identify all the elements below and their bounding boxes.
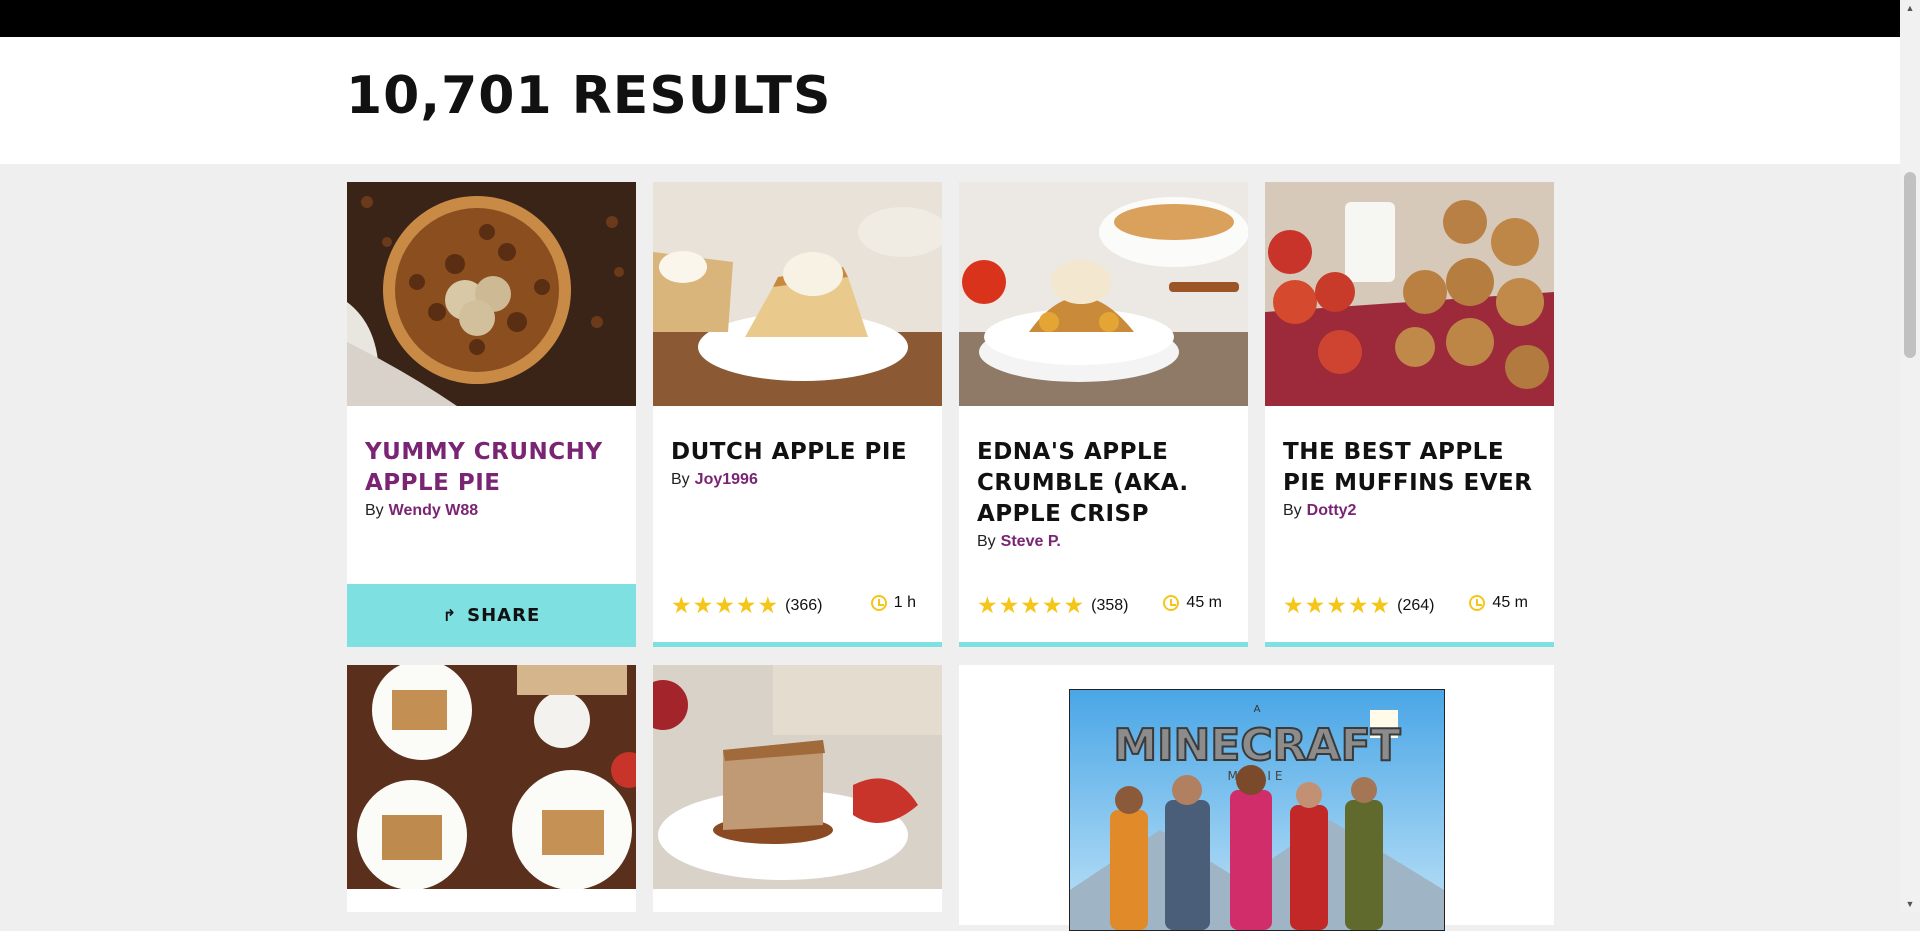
- card-accent-bar: [653, 642, 942, 647]
- recipe-byline: By Joy1996: [671, 471, 758, 489]
- ad-prefix: A: [1254, 704, 1261, 715]
- recipe-byline: By Wendy W88: [365, 502, 478, 520]
- author-link[interactable]: Dotty2: [1307, 502, 1357, 519]
- scroll-up-arrow-icon[interactable]: ▲: [1900, 0, 1920, 16]
- author-link[interactable]: Joy1996: [695, 471, 758, 488]
- minecraft-movie-ad[interactable]: A MINECRAFT MOVIE: [1069, 689, 1445, 931]
- rating-count: (358): [1091, 596, 1129, 614]
- cook-time: 45 m: [1469, 594, 1528, 612]
- clock-icon: [870, 595, 887, 611]
- star-icon: ★: [757, 592, 779, 618]
- scroll-down-arrow-icon[interactable]: ▼: [1900, 896, 1920, 912]
- results-header: [0, 37, 1900, 164]
- ad-title: MINECRAFT: [1113, 720, 1400, 771]
- scrollbar-thumb[interactable]: [1904, 172, 1916, 358]
- recipe-image-pecan-pie[interactable]: [347, 182, 636, 406]
- star-icon: ★: [735, 592, 757, 618]
- recipe-card-best-apple-pie-muffins[interactable]: THE BEST APPLE PIE MUFFINS EVER By Dotty2…: [1265, 182, 1554, 647]
- cook-time-value: 1 h: [893, 594, 916, 611]
- cook-time-value: 45 m: [1492, 594, 1528, 611]
- star-icon: ★: [1283, 592, 1304, 618]
- by-label: By: [977, 533, 996, 550]
- share-button[interactable]: ↱ SHARE: [347, 584, 636, 647]
- star-icon: ★: [671, 592, 692, 618]
- recipe-byline: By Steve P.: [977, 533, 1061, 551]
- star-icon: ★: [1063, 592, 1085, 618]
- cook-time: 45 m: [1163, 594, 1222, 612]
- star-icon: ★: [977, 592, 998, 618]
- recipe-card-row2-2[interactable]: [653, 665, 942, 912]
- star-icon: ★: [692, 592, 714, 618]
- rating-count: (264): [1397, 596, 1435, 614]
- star-icon: ★: [1326, 592, 1347, 618]
- by-label: By: [1283, 502, 1302, 519]
- results-count-title: 10,701 RESULTS: [346, 66, 832, 126]
- clock-icon: [1163, 595, 1180, 611]
- recipe-card-dutch-apple-pie[interactable]: DUTCH APPLE PIE By Joy1996 ★ ★ ★ ★ ★ (366) 1 …: [653, 182, 942, 647]
- clock-icon: [1469, 595, 1486, 611]
- star-icon: ★: [714, 592, 735, 618]
- rating-stars: ★ ★ ★ ★ ★ (264): [1283, 594, 1434, 617]
- star-icon: ★: [998, 592, 1020, 618]
- top-nav-bar: [0, 0, 1900, 37]
- recipe-card-ednas-apple-crumble[interactable]: EDNA'S APPLE CRUMBLE (AKA. APPLE CRISP B…: [959, 182, 1248, 647]
- share-arrow-icon: ↱: [442, 606, 458, 625]
- card-accent-bar: [959, 642, 1248, 647]
- star-icon: ★: [1304, 592, 1326, 618]
- recipe-image-apple-cake[interactable]: [653, 665, 942, 889]
- star-icon: ★: [1347, 592, 1369, 618]
- star-icon: ★: [1369, 592, 1391, 618]
- recipe-title[interactable]: YUMMY CRUNCHY APPLE PIE: [365, 437, 625, 499]
- author-link[interactable]: Steve P.: [1001, 533, 1061, 550]
- recipe-card-yummy-crunchy-apple-pie[interactable]: YUMMY CRUNCHY APPLE PIE By Wendy W88 ↱ SH…: [347, 182, 636, 647]
- cook-time: 1 h: [870, 594, 916, 612]
- page-scrollbar[interactable]: ▲ ▼: [1900, 0, 1920, 912]
- card-accent-bar: [1265, 642, 1554, 647]
- ad-panel: A MINECRAFT MOVIE: [959, 665, 1554, 931]
- recipe-title[interactable]: THE BEST APPLE PIE MUFFINS EVER: [1283, 437, 1543, 499]
- rating-stars: ★ ★ ★ ★ ★ (366): [671, 594, 822, 617]
- recipe-image-apple-pie-slice[interactable]: [653, 182, 942, 406]
- cook-time-value: 45 m: [1186, 594, 1222, 611]
- rating-count: (366): [785, 596, 823, 614]
- share-label: SHARE: [467, 605, 541, 626]
- by-label: By: [671, 471, 690, 488]
- rating-stars: ★ ★ ★ ★ ★ (358): [977, 594, 1128, 617]
- star-icon: ★: [1020, 592, 1041, 618]
- by-label: By: [365, 502, 384, 519]
- recipe-image-apple-crumble[interactable]: [959, 182, 1248, 406]
- recipe-title[interactable]: EDNA'S APPLE CRUMBLE (AKA. APPLE CRISP: [977, 437, 1237, 530]
- recipe-image-apple-bars[interactable]: [347, 665, 636, 889]
- star-icon: ★: [1041, 592, 1063, 618]
- recipe-byline: By Dotty2: [1283, 502, 1356, 520]
- recipe-image-apple-muffins[interactable]: [1265, 182, 1554, 406]
- recipe-card-row2-1[interactable]: [347, 665, 636, 912]
- recipe-title[interactable]: DUTCH APPLE PIE: [671, 437, 931, 468]
- author-link[interactable]: Wendy W88: [389, 502, 479, 519]
